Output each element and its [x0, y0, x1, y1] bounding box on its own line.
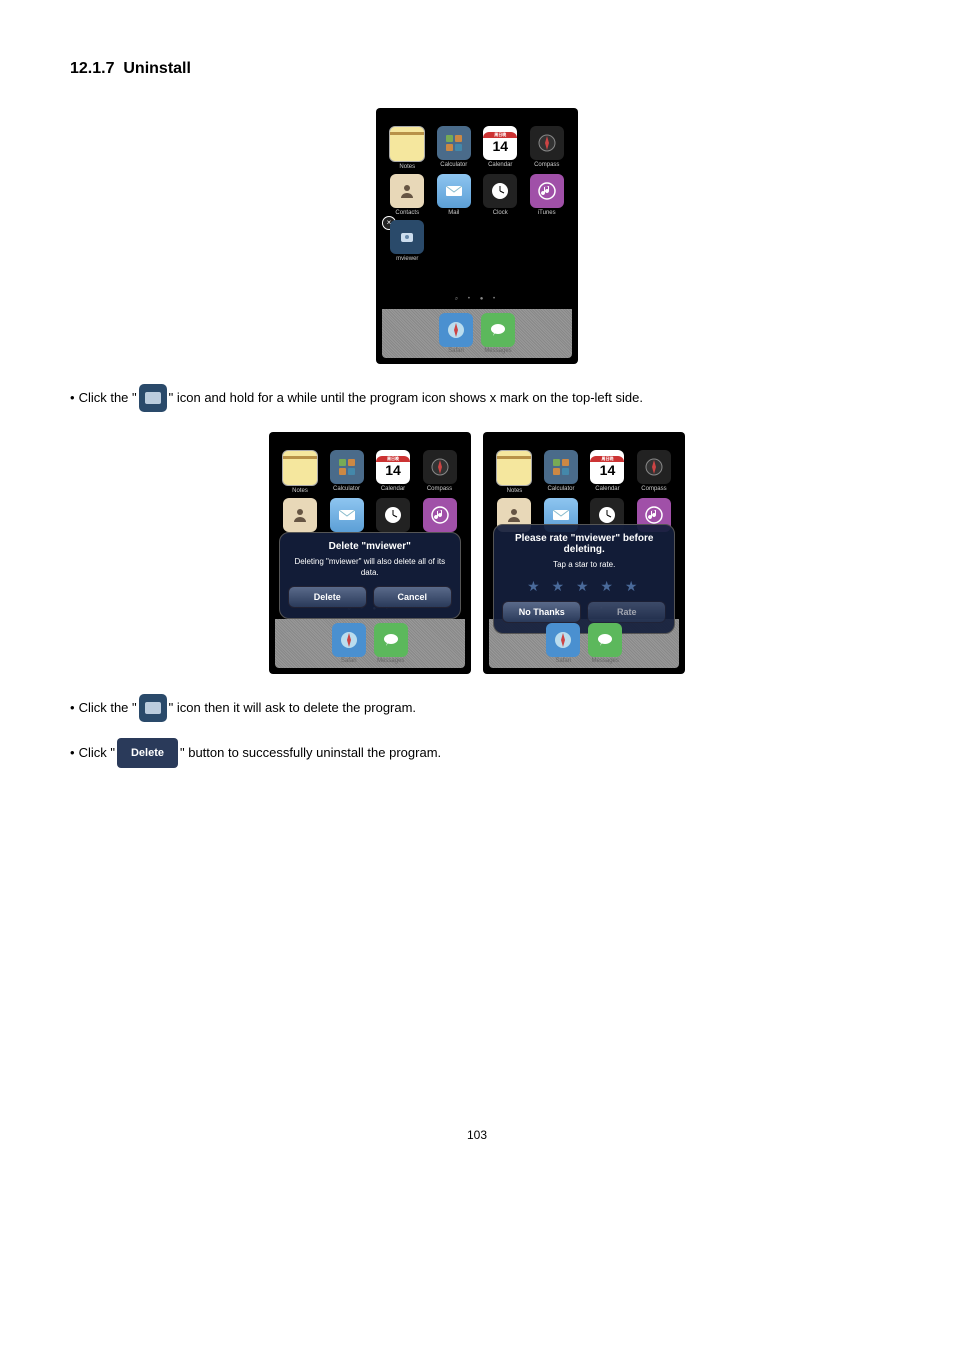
bullet2-post: " icon then it will ask to delete the pr…	[169, 698, 416, 718]
bullet1-post: " icon and hold for a while until the pr…	[169, 388, 643, 408]
app-mail: Mail	[433, 174, 476, 216]
delete-button[interactable]: Delete	[288, 586, 367, 608]
inline-delete-label: Delete	[117, 738, 178, 768]
itunes-label: iTunes	[538, 210, 556, 216]
cancel-button[interactable]: Cancel	[373, 586, 452, 608]
notes-label: Notes	[399, 164, 415, 170]
app-calculator: Calculator	[433, 126, 476, 170]
page-number: 103	[70, 1128, 884, 1142]
inline-delete-button-image: Delete	[117, 738, 178, 768]
clock-icon	[483, 174, 517, 208]
dock: Safari Messages	[382, 309, 572, 358]
bullet-1: • Click the " " icon and hold for a whil…	[70, 384, 884, 412]
safari-icon	[439, 313, 473, 347]
phone-screenshot-rate-modal: Notes Calculator 周日晚14Calendar Compass P…	[483, 432, 685, 674]
inline-mviewer-icon-2	[139, 694, 167, 722]
dock-safari: Safari	[439, 313, 473, 354]
mviewer-label: mviewer	[396, 256, 418, 262]
bullet3-post: " button to successfully uninstall the p…	[180, 743, 441, 763]
bullet-icon: •	[70, 388, 75, 408]
calculator-icon	[437, 126, 471, 160]
section-number: 12.1.7	[70, 60, 114, 77]
dock-messages: Messages	[481, 313, 515, 354]
itunes-icon	[530, 174, 564, 208]
phone-screenshot-delete-modal: Notes Calculator 周日晚14Calendar Compass D…	[269, 432, 471, 674]
delete-modal-title: Delete "mviewer"	[288, 541, 452, 552]
rate-modal-subtitle: Tap a star to rate.	[502, 559, 666, 570]
inline-mviewer-icon-1	[139, 384, 167, 412]
bullet-icon: •	[70, 698, 75, 718]
calculator-label: Calculator	[440, 162, 467, 168]
bullet-icon: •	[70, 743, 75, 763]
notes-icon	[389, 126, 425, 162]
no-thanks-button[interactable]: No Thanks	[502, 601, 581, 623]
delete-modal-subtitle: Deleting "mviewer" will also delete all …	[288, 556, 452, 578]
bullet3-pre: Click "	[79, 743, 115, 763]
section-heading: 12.1.7 Uninstall	[70, 60, 884, 78]
page-dots: ⌕ • ● •	[382, 266, 572, 309]
section-title-text: Uninstall	[123, 60, 191, 77]
app-contacts: Contacts	[386, 174, 429, 216]
home-app-grid: Notes Calculator 周日晚 14 Calendar Compa	[382, 122, 572, 266]
mail-label: Mail	[448, 210, 459, 216]
contacts-label: Contacts	[395, 210, 419, 216]
phone-screenshot-jiggle: Notes Calculator 周日晚 14 Calendar Compa	[376, 108, 578, 364]
safari-label: Safari	[448, 348, 464, 354]
mail-icon	[437, 174, 471, 208]
messages-icon	[481, 313, 515, 347]
messages-label: Messages	[484, 348, 511, 354]
calendar-day: 14	[492, 138, 508, 154]
app-clock: Clock	[479, 174, 522, 216]
clock-label: Clock	[493, 210, 508, 216]
app-compass: Compass	[526, 126, 569, 170]
contacts-icon	[390, 174, 424, 208]
compass-label: Compass	[534, 162, 559, 168]
bullet2-pre: Click the "	[79, 698, 137, 718]
figure-row-1: Notes Calculator 周日晚 14 Calendar Compa	[70, 108, 884, 364]
rating-stars[interactable]: ★ ★ ★ ★ ★	[502, 578, 666, 595]
bullet-3: • Click " Delete " button to successfull…	[70, 738, 884, 768]
rate-button[interactable]: Rate	[587, 601, 666, 623]
app-notes: Notes	[386, 126, 429, 170]
bullet1-pre: Click the "	[79, 388, 137, 408]
figure-row-2: Notes Calculator 周日晚14Calendar Compass D…	[70, 432, 884, 674]
rate-modal-title: Please rate "mviewer" before deleting.	[502, 533, 666, 555]
app-itunes: iTunes	[526, 174, 569, 216]
calendar-icon: 周日晚 14	[483, 126, 517, 160]
delete-confirm-modal: Delete "mviewer" Deleting "mviewer" will…	[279, 532, 461, 619]
calendar-label: Calendar	[488, 162, 512, 168]
compass-icon	[530, 126, 564, 160]
status-bar	[382, 114, 572, 118]
app-calendar: 周日晚 14 Calendar	[479, 126, 522, 170]
rate-modal: Please rate "mviewer" before deleting. T…	[493, 524, 675, 634]
bullet-2: • Click the " " icon then it will ask to…	[70, 694, 884, 722]
app-mviewer: × mviewer	[386, 220, 429, 262]
mviewer-icon	[390, 220, 424, 254]
